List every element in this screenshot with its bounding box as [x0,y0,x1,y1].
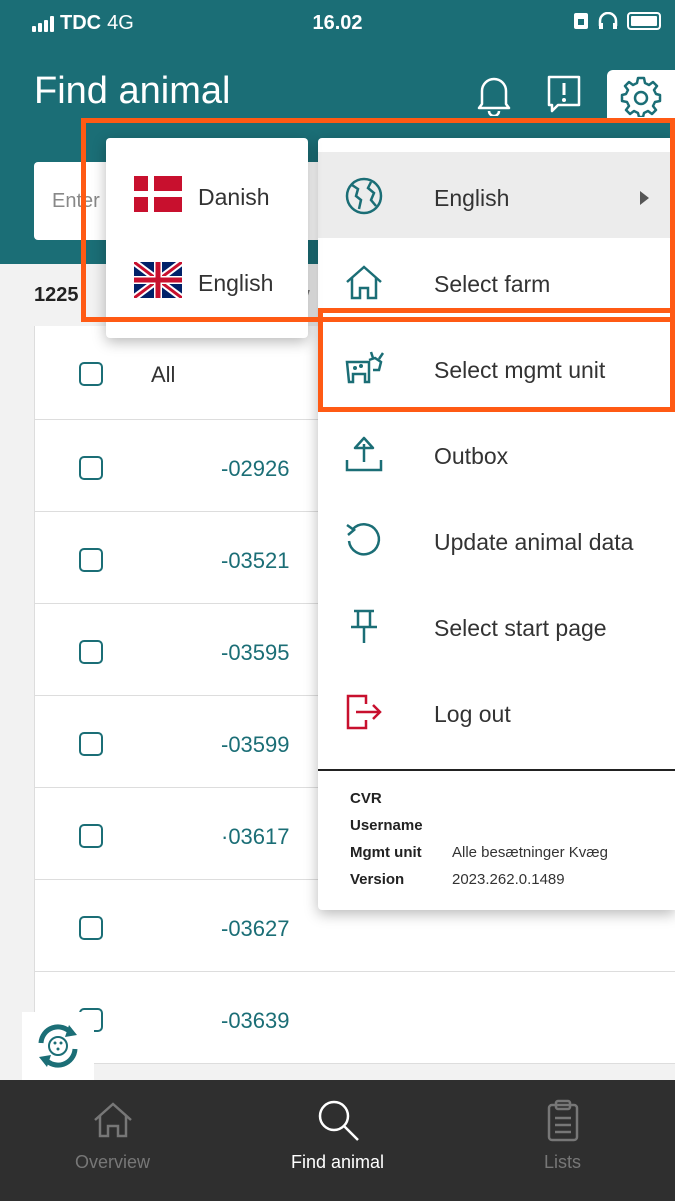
animal-id[interactable]: -02926 [221,456,290,482]
nav-lists[interactable]: Lists [450,1080,675,1201]
menu-label: Select start page [434,615,607,641]
row-checkbox[interactable] [79,640,103,664]
alerts-button[interactable] [538,66,590,122]
nav-label: Find animal [290,1152,385,1172]
bottom-nav: Overview Find animal Lists [0,1080,675,1201]
sim-icon [574,13,588,29]
animal-id[interactable]: -03599 [221,732,290,758]
highlight-box-mgmt-unit [318,308,675,412]
headphones-icon [598,12,618,29]
animal-id[interactable]: ·03617 [221,824,290,850]
row-checkbox[interactable] [79,824,103,848]
home-icon [93,1102,132,1138]
menu-label: Outbox [434,443,509,469]
select-all-checkbox[interactable] [79,362,103,386]
nav-label: Overview [74,1152,150,1172]
refresh-icon [342,518,386,562]
animal-id[interactable]: -03639 [221,1008,290,1034]
menu-item-update-animal-data[interactable]: Update animal data [318,496,675,582]
status-right [573,12,661,30]
animal-count: 1225 [34,284,79,306]
table-row[interactable]: -03639 [34,972,675,1064]
gear-icon [620,76,662,117]
menu-item-outbox[interactable]: Outbox [318,410,675,496]
notifications-button[interactable] [468,66,520,122]
page-title: Find animal [34,70,231,112]
info-row-cvr: CVR [350,790,382,807]
menu-item-log-out[interactable]: Log out [318,668,675,754]
row-checkbox[interactable] [79,548,103,572]
menu-label: Update animal data [434,529,634,555]
bell-icon [477,77,511,116]
account-info: CVR Username Mgmt unit Alle besætninger K… [350,790,608,898]
highlight-box-language-farm [81,118,675,322]
battery-icon [627,12,661,30]
info-row-username: Username [350,817,423,834]
menu-item-select-start-page[interactable]: Select start page [318,582,675,668]
outbox-icon [342,432,386,476]
menu-divider [318,769,675,771]
info-row-mgmt-unit: Mgmt unit Alle besætninger Kvæg [350,844,608,861]
status-bar: TDC 4G 16.02 [0,0,675,52]
clipboard-icon [547,1099,578,1142]
nav-overview[interactable]: Overview [0,1080,225,1201]
animal-id[interactable]: -03627 [221,916,290,942]
logout-icon [342,690,386,734]
nav-label: Lists [543,1152,581,1172]
info-row-version: Version 2023.262.0.1489 [350,871,565,888]
search-icon [318,1100,359,1141]
settings-button[interactable] [607,70,675,122]
row-checkbox[interactable] [79,916,103,940]
pin-icon [342,604,386,648]
alert-icon [547,75,581,113]
row-checkbox[interactable] [79,456,103,480]
sync-button[interactable] [22,1012,94,1080]
menu-label: Log out [434,701,511,727]
select-all-label: All [151,362,176,387]
sync-icon [38,1024,78,1068]
nav-find-animal[interactable]: Find animal [225,1080,450,1201]
row-checkbox[interactable] [79,732,103,756]
animal-id[interactable]: -03521 [221,548,290,574]
animal-id[interactable]: -03595 [221,640,290,666]
